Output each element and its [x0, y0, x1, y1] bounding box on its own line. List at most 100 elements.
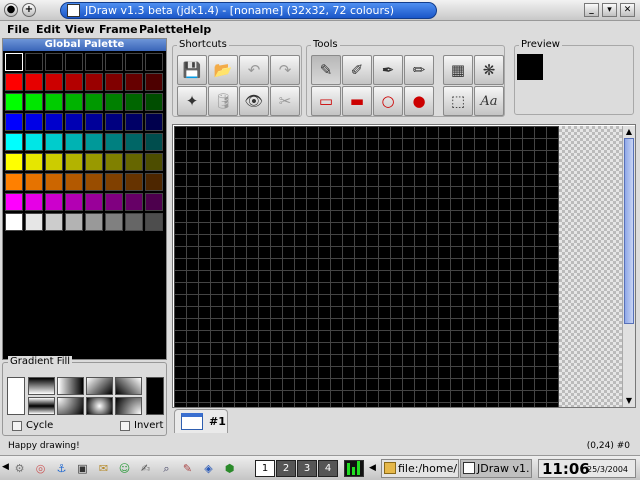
- palette-swatch[interactable]: [125, 93, 143, 111]
- menu-palette[interactable]: Palette: [139, 23, 183, 36]
- palette-swatch[interactable]: [45, 213, 63, 231]
- cycle-checkbox[interactable]: [12, 421, 22, 431]
- gradient-radial-icon[interactable]: [86, 397, 113, 415]
- palette-swatch[interactable]: [5, 173, 23, 191]
- scroll-up-icon[interactable]: ▲: [623, 126, 635, 137]
- kde-icon[interactable]: ◈: [201, 461, 216, 476]
- palette-swatch[interactable]: [25, 173, 43, 191]
- palette-swatch[interactable]: [25, 193, 43, 211]
- desktop-3-button[interactable]: 3: [297, 460, 317, 477]
- palette-swatch[interactable]: [125, 193, 143, 211]
- close-icon[interactable]: ✕: [620, 3, 635, 17]
- palette-swatch[interactable]: [105, 173, 123, 191]
- oval-outline-button[interactable]: ○: [373, 86, 403, 116]
- palette-swatch[interactable]: [105, 73, 123, 91]
- invert-checkbox[interactable]: [120, 421, 130, 431]
- palette-swatch[interactable]: [5, 213, 23, 231]
- menu-edit[interactable]: Edit: [36, 23, 60, 36]
- palette-swatch[interactable]: [5, 153, 23, 171]
- palette-swatch[interactable]: [65, 193, 83, 211]
- gradient-antidiagonal-icon[interactable]: [115, 377, 142, 395]
- task-jdraw[interactable]: JDraw v1.: [460, 459, 532, 478]
- paint-icon[interactable]: ✎: [180, 461, 195, 476]
- palette-swatch[interactable]: [65, 93, 83, 111]
- palette-swatch[interactable]: [85, 53, 103, 71]
- palette-swatch[interactable]: [45, 153, 63, 171]
- palette-swatch[interactable]: [25, 213, 43, 231]
- palette-swatch[interactable]: [45, 93, 63, 111]
- palette-swatch[interactable]: [25, 133, 43, 151]
- rectangle-outline-button[interactable]: ▭: [311, 86, 341, 116]
- palette-swatch[interactable]: [45, 193, 63, 211]
- palette-swatch[interactable]: [145, 193, 163, 211]
- palette-swatch[interactable]: [105, 213, 123, 231]
- desktop-4-button[interactable]: 4: [318, 460, 338, 477]
- palette-swatch[interactable]: [145, 173, 163, 191]
- palette-swatch[interactable]: [145, 73, 163, 91]
- fill-tool-button[interactable]: ❋: [474, 55, 504, 85]
- palette-swatch[interactable]: [105, 53, 123, 71]
- search-icon[interactable]: ⌕: [159, 461, 174, 476]
- palette-swatch[interactable]: [5, 113, 23, 131]
- undo-button[interactable]: ↶: [239, 55, 269, 85]
- palette-swatch[interactable]: [85, 133, 103, 151]
- gradient-end-color[interactable]: [146, 377, 164, 415]
- palette-swatch[interactable]: [145, 93, 163, 111]
- palette-swatch[interactable]: [65, 173, 83, 191]
- palette-swatch[interactable]: [85, 153, 103, 171]
- save-button[interactable]: 💾: [177, 55, 207, 85]
- palette-swatch[interactable]: [25, 113, 43, 131]
- brush-button[interactable]: ✐: [342, 55, 372, 85]
- palette-swatch[interactable]: [25, 93, 43, 111]
- palette-swatch[interactable]: [5, 133, 23, 151]
- palette-swatch[interactable]: [145, 213, 163, 231]
- palette-swatch[interactable]: [105, 193, 123, 211]
- menu-help[interactable]: Help: [183, 23, 211, 36]
- clock[interactable]: 11:06 25/3/2004: [538, 459, 636, 478]
- palette-swatch[interactable]: [5, 73, 23, 91]
- palette-swatch[interactable]: [5, 93, 23, 111]
- palette-swatch[interactable]: [145, 53, 163, 71]
- rectangle-filled-button[interactable]: ▬: [342, 86, 372, 116]
- palette-swatch[interactable]: [125, 133, 143, 151]
- palette-swatch[interactable]: [65, 213, 83, 231]
- palette-swatch[interactable]: [85, 193, 103, 211]
- palette-swatch[interactable]: [85, 173, 103, 191]
- palette-swatch[interactable]: [5, 53, 23, 71]
- palette-swatch[interactable]: [125, 113, 143, 131]
- palette-swatch[interactable]: [125, 153, 143, 171]
- task-file-manager[interactable]: file:/home/: [381, 459, 459, 478]
- palette-swatch[interactable]: [85, 113, 103, 131]
- palette-swatch[interactable]: [45, 73, 63, 91]
- palette-swatch[interactable]: [45, 173, 63, 191]
- eye-button[interactable]: 👁: [239, 86, 269, 116]
- palette-swatch[interactable]: [65, 53, 83, 71]
- pencil-button[interactable]: ✎: [311, 55, 341, 85]
- palette-swatch[interactable]: [65, 73, 83, 91]
- palette-swatch[interactable]: [125, 53, 143, 71]
- airbrush-button[interactable]: ✏: [404, 55, 434, 85]
- palette-swatch[interactable]: [105, 93, 123, 111]
- oval-filled-button[interactable]: ●: [404, 86, 434, 116]
- gradient-vertical-icon[interactable]: [28, 377, 55, 395]
- palette-swatch[interactable]: [105, 133, 123, 151]
- selection-button[interactable]: ⬚: [443, 86, 473, 116]
- palette-swatch[interactable]: [45, 53, 63, 71]
- gradient-start-color[interactable]: [7, 377, 25, 415]
- gradient-tool-button[interactable]: ▦: [443, 55, 473, 85]
- palette-swatch[interactable]: [125, 73, 143, 91]
- konqueror-icon[interactable]: ⚓: [54, 461, 69, 476]
- gradient-horizontal-icon[interactable]: [57, 377, 84, 395]
- title-bar[interactable]: ● + JDraw v1.3 beta (jdk1.4) - [noname] …: [0, 0, 640, 21]
- palette-swatch[interactable]: [145, 113, 163, 131]
- palette-swatch[interactable]: [85, 93, 103, 111]
- mail-icon[interactable]: ✉: [96, 461, 111, 476]
- pixel-grid-canvas[interactable]: [174, 126, 559, 407]
- redo-button[interactable]: ↷: [270, 55, 300, 85]
- gradient-corner-icon[interactable]: [57, 397, 84, 415]
- open-folder-button[interactable]: 📂: [208, 55, 238, 85]
- gear-icon[interactable]: ⚙: [12, 461, 27, 476]
- palette-swatch[interactable]: [85, 213, 103, 231]
- palette-swatch[interactable]: [25, 53, 43, 71]
- maximize-icon[interactable]: ▾: [602, 3, 617, 17]
